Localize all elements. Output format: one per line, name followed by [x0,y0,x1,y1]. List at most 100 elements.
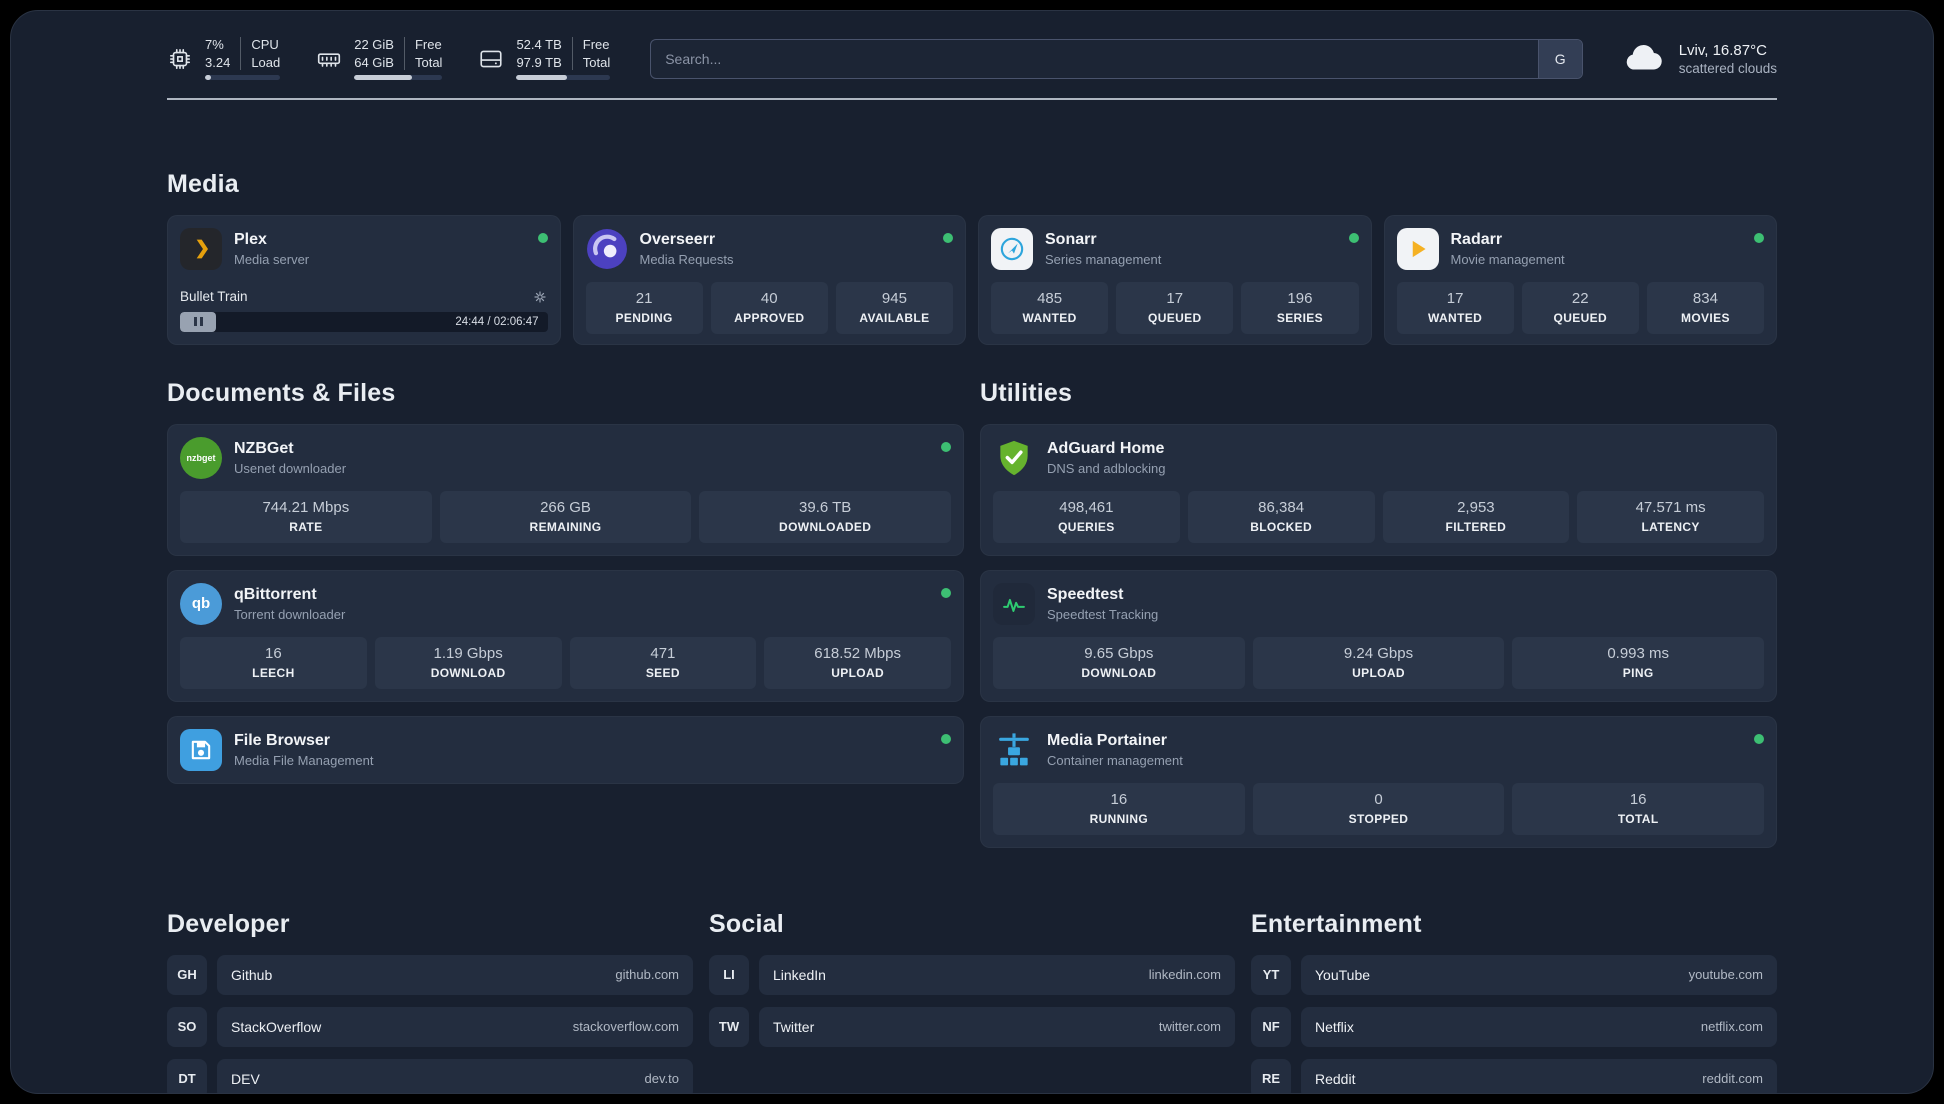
documents-section-title: Documents & Files [167,378,396,407]
service-name: qBittorrent [234,585,317,603]
status-online-dot [1754,733,1764,744]
system-stats: 7% 3.24 CPU Load 22 GiB 64 GiB Free Tota… [167,37,611,81]
service-card-sonarr[interactable]: Sonarr Series management 485 WANTED 17 Q… [978,214,1372,345]
weather-condition: scattered clouds [1678,60,1777,76]
service-name: Sonarr [1045,230,1097,248]
service-card-overseerr[interactable]: Overseerr Media Requests 21 PENDING 40 A… [572,214,966,345]
service-subtitle: Media server [234,251,310,267]
cpu-stat: 7% 3.24 CPU Load [167,37,281,81]
cpu-load-label: Load [251,54,281,70]
ram-total-label: Total [414,54,443,70]
playback-progress-bar[interactable]: 24:44 / 02:06:47 [180,311,548,332]
service-subtitle: DNS and adblocking [1047,460,1166,476]
stat-seed: 471 SEED [569,636,757,689]
status-online-dot [941,441,951,452]
cpu-icon [167,46,193,72]
playback-time: 24:44 / 02:06:47 [455,315,539,328]
utilities-section-title: Utilities [980,378,1073,407]
cpu-usage-value: 7% [205,37,224,52]
section-entertainment: Entertainment YT YouTube youtube.com NF … [1251,909,1777,1093]
service-card-nzbget[interactable]: nzbget NZBGet Usenet downloader 744.21 M… [167,423,964,556]
stat-upload: 9.24 Gbps UPLOAD [1252,636,1505,689]
plex-icon [180,227,222,270]
service-name: Plex [234,230,267,248]
speedtest-icon [993,582,1035,625]
service-subtitle: Movie management [1450,251,1565,267]
service-card-radarr[interactable]: Radarr Movie management 17 WANTED 22 QUE… [1383,214,1777,345]
linkedin-abbr-icon: LI [709,954,749,995]
stat-wanted: 485 WANTED [991,281,1109,334]
disk-free-label: Free [582,37,610,52]
github-abbr-icon: GH [167,954,207,995]
ram-icon [316,46,342,72]
stat-upload: 618.52 Mbps UPLOAD [764,636,951,689]
stat-blocked: 86,384 BLOCKED [1187,490,1375,543]
link-netflix[interactable]: NF Netflix netflix.com [1251,1006,1777,1047]
disk-total-value: 97.9 TB [516,54,562,70]
service-subtitle: Usenet downloader [234,460,347,476]
link-youtube[interactable]: YT YouTube youtube.com [1251,954,1777,995]
stat-queued: 22 QUEUED [1521,281,1639,334]
service-subtitle: Media Requests [639,251,734,267]
stat-latency: 47.571 ms LATENCY [1577,490,1764,543]
gear-icon[interactable] [532,289,548,305]
section-developer: Developer GH Github github.com SO StackO… [167,909,693,1093]
stat-download: 1.19 Gbps DOWNLOAD [374,636,562,689]
social-section-title: Social [709,909,784,938]
nzbget-icon: nzbget [180,436,222,479]
dashboard: 7% 3.24 CPU Load 22 GiB 64 GiB Free Tota… [10,10,1934,1094]
ram-free-label: Free [414,37,442,52]
netflix-abbr-icon: NF [1251,1006,1291,1047]
weather-widget: Lviv, 16.87°C scattered clouds [1623,41,1777,76]
developer-section-title: Developer [167,909,290,938]
service-card-qbittorrent[interactable]: qb qBittorrent Torrent downloader 16 LEE… [167,569,964,702]
ram-free-value: 22 GiB [354,37,394,52]
stat-wanted: 17 WANTED [1396,281,1514,334]
service-card-filebrowser[interactable]: File Browser Media File Management [167,715,964,784]
entertainment-section-title: Entertainment [1251,909,1422,938]
cpu-label: CPU [251,37,279,52]
filebrowser-icon [180,728,222,771]
section-media: Media Plex Media server Bullet Train 24:… [167,170,1777,345]
link-twitter[interactable]: TW Twitter twitter.com [709,1006,1235,1047]
portainer-icon [993,729,1035,771]
topbar-divider [167,98,1777,100]
service-subtitle: Series management [1045,251,1162,267]
stat-ping: 0.993 ms PING [1512,636,1765,689]
weather-location: Lviv, 16.87°C [1678,41,1767,59]
link-github[interactable]: GH Github github.com [167,954,693,995]
cpu-load-value: 3.24 [205,54,231,70]
search-input[interactable] [651,39,1538,78]
search-engine-button[interactable]: G [1537,39,1582,78]
service-card-portainer[interactable]: Media Portainer Container management 16 … [980,715,1777,848]
service-subtitle: Container management [1047,752,1183,768]
stat-leech: 16 LEECH [180,636,367,689]
cpu-progress-bar [205,75,281,81]
service-name: File Browser [234,731,331,749]
link-dev[interactable]: DT DEV dev.to [167,1058,693,1093]
stat-movies: 834 MOVIES [1646,281,1765,334]
service-card-plex[interactable]: Plex Media server Bullet Train 24:44 / 0… [167,214,561,345]
section-social: Social LI LinkedIn linkedin.com TW Twitt… [709,910,1235,1047]
link-stackoverflow[interactable]: SO StackOverflow stackoverflow.com [167,1006,693,1047]
link-reddit[interactable]: RE Reddit reddit.com [1251,1058,1777,1093]
twitter-abbr-icon: TW [709,1006,749,1047]
service-card-adguard[interactable]: AdGuard Home DNS and adblocking 498,461 … [980,423,1777,556]
dev-abbr-icon: DT [167,1058,207,1093]
pause-icon[interactable] [180,311,216,332]
stat-total: 16 TOTAL [1512,782,1765,835]
service-subtitle: Speedtest Tracking [1047,606,1159,622]
link-linkedin[interactable]: LI LinkedIn linkedin.com [709,954,1235,995]
status-online-dot [943,232,953,243]
service-name: Radarr [1450,230,1503,248]
service-subtitle: Media File Management [234,752,374,768]
ram-total-value: 64 GiB [354,54,394,70]
now-playing-title: Bullet Train [180,289,248,305]
disk-free-value: 52.4 TB [516,37,562,52]
reddit-abbr-icon: RE [1251,1058,1291,1093]
service-card-speedtest[interactable]: Speedtest Speedtest Tracking 9.65 Gbps D… [980,569,1777,702]
youtube-abbr-icon: YT [1251,954,1291,995]
plex-now-playing-widget: Bullet Train 24:44 / 02:06:47 [180,285,548,332]
stat-downloaded: 39.6 TB DOWNLOADED [699,490,952,543]
service-name: AdGuard Home [1047,439,1165,457]
